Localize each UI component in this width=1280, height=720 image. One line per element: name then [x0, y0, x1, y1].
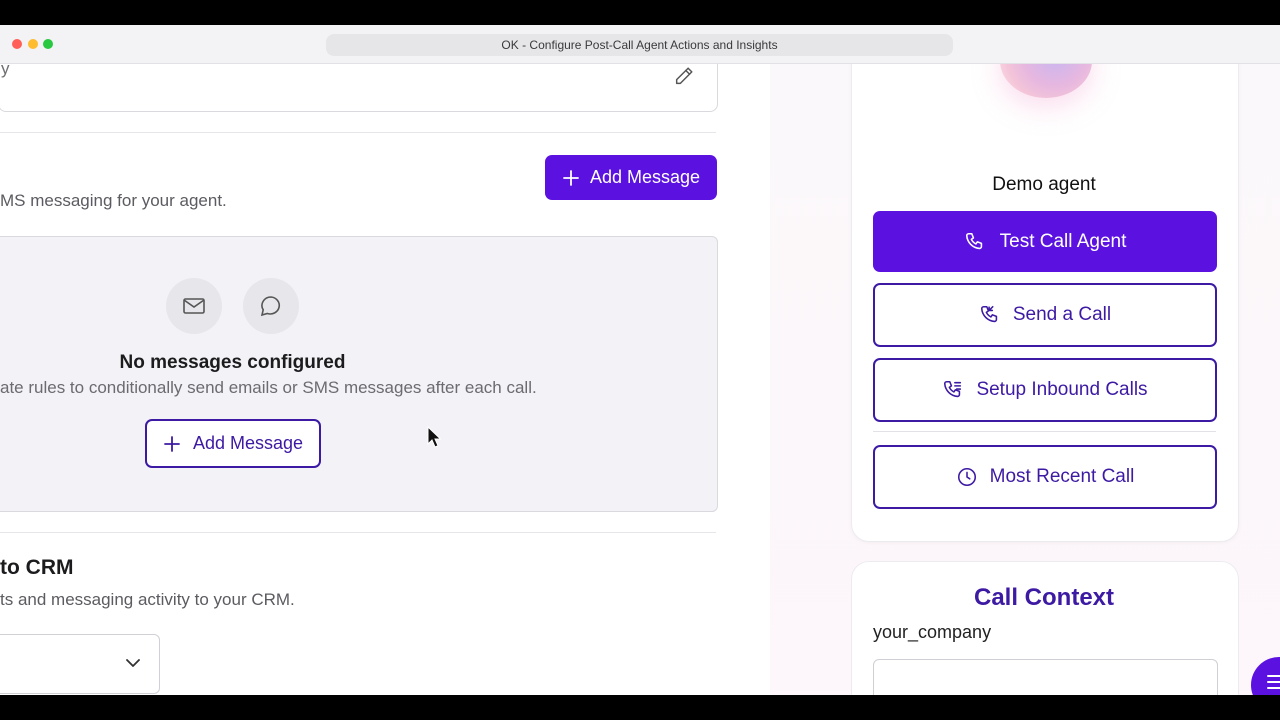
sms-icon-badge [243, 278, 299, 334]
page-content: y Add Message MS messaging for your agen… [0, 64, 1280, 695]
agent-card-divider [873, 431, 1216, 432]
test-call-agent-label: Test Call Agent [999, 230, 1127, 252]
maximize-window-button[interactable] [43, 39, 53, 49]
chevron-down-icon [126, 659, 140, 667]
crm-select[interactable] [0, 634, 160, 694]
setup-inbound-calls-label: Setup Inbound Calls [976, 379, 1148, 400]
window-title: OK - Configure Post-Call Agent Actions a… [326, 34, 953, 56]
phone-outgoing-icon [980, 305, 998, 323]
messages-description: MS messaging for your agent. [0, 191, 227, 210]
mail-icon [183, 298, 205, 314]
your-company-input[interactable] [873, 659, 1218, 695]
send-a-call-button[interactable]: Send a Call [873, 283, 1217, 347]
minimize-window-button[interactable] [28, 39, 38, 49]
empty-add-message-button[interactable]: Add Message [145, 419, 321, 468]
call-context-field-label: your_company [873, 622, 992, 642]
crm-section-title: to CRM [0, 556, 74, 579]
section-divider [0, 532, 716, 533]
close-window-button[interactable] [12, 39, 22, 49]
email-icon-badge [166, 278, 222, 334]
phone-icon [965, 232, 982, 249]
add-message-button-label: Add Message [589, 167, 701, 187]
chat-bubble-icon [260, 296, 281, 317]
most-recent-call-button[interactable]: Most Recent Call [873, 445, 1217, 509]
section-divider [0, 132, 716, 133]
clock-icon [957, 467, 976, 487]
browser-chrome: OK - Configure Post-Call Agent Actions a… [0, 25, 1280, 64]
plus-icon [563, 169, 579, 186]
plus-icon [164, 435, 180, 452]
setup-inbound-calls-button[interactable]: Setup Inbound Calls [873, 358, 1217, 422]
messages-empty-state [0, 236, 718, 512]
menu-lines-icon [1267, 675, 1280, 693]
test-call-agent-button[interactable]: Test Call Agent [873, 211, 1217, 272]
send-a-call-label: Send a Call [1012, 304, 1112, 325]
empty-add-message-label: Add Message [192, 433, 304, 453]
call-context-title: Call Context [973, 584, 1114, 611]
main-settings-panel: y Add Message MS messaging for your agen… [0, 64, 770, 695]
agent-name: Demo agent [992, 174, 1096, 195]
phone-list-icon [944, 380, 962, 398]
mouse-pointer-icon [427, 426, 441, 448]
crm-section-description: ts and messaging activity to your CRM. [0, 590, 295, 609]
top-setting-card: y [0, 64, 718, 112]
add-message-button[interactable]: Add Message [545, 155, 717, 200]
pencil-icon[interactable] [673, 65, 695, 87]
top-setting-value: y [1, 64, 10, 78]
empty-state-title: No messages configured [119, 352, 346, 373]
empty-state-description: ate rules to conditionally send emails o… [0, 378, 537, 397]
most-recent-call-label: Most Recent Call [989, 466, 1135, 487]
